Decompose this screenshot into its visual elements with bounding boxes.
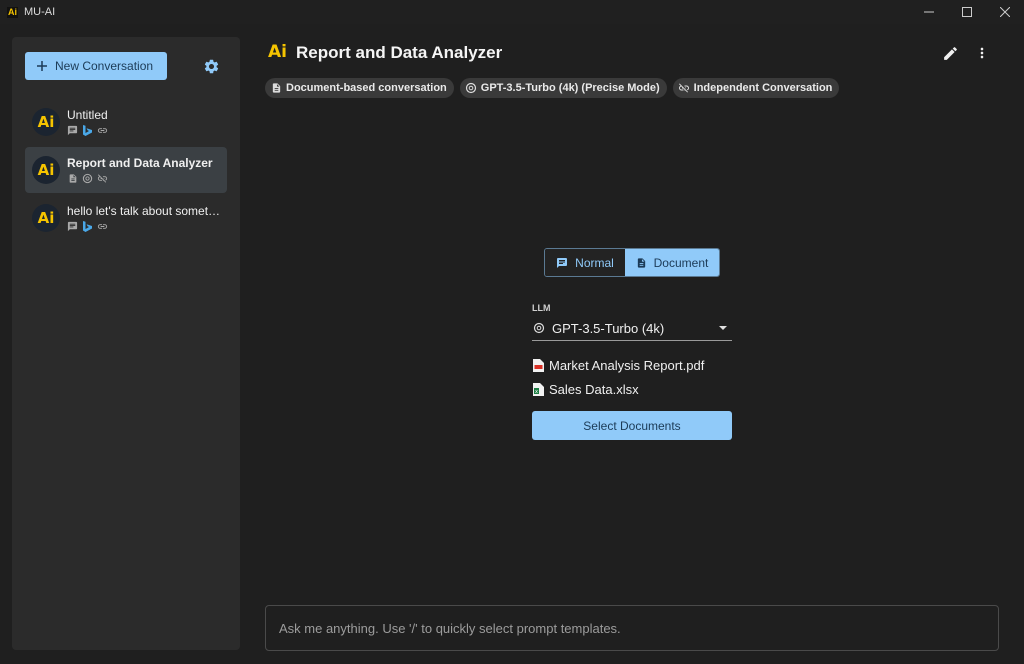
conversation-title: Untitled bbox=[67, 108, 108, 122]
page-title: Report and Data Analyzer bbox=[296, 43, 503, 62]
chip-label: Document-based conversation bbox=[286, 82, 447, 94]
conversation-item[interactable]: Ai hello let's talk about someth… bbox=[25, 195, 227, 241]
plus-icon bbox=[37, 61, 47, 71]
maximize-button[interactable] bbox=[948, 0, 986, 24]
openai-icon bbox=[465, 82, 477, 94]
pdf-file-icon bbox=[533, 359, 544, 372]
pencil-icon bbox=[943, 46, 957, 60]
more-options-button[interactable] bbox=[972, 43, 992, 63]
document-icon bbox=[270, 82, 282, 94]
chip-context-mode: Independent Conversation bbox=[672, 78, 840, 98]
sidebar: New Conversation Ai Untitled Ai Report a… bbox=[12, 37, 240, 650]
excel-file-icon: x bbox=[533, 383, 544, 396]
conversation-title: Report and Data Analyzer bbox=[67, 156, 213, 170]
link-off-icon bbox=[97, 173, 108, 184]
minimize-icon bbox=[924, 11, 934, 13]
bing-icon bbox=[82, 125, 93, 136]
avatar: Ai bbox=[32, 156, 60, 184]
llm-label: LLM bbox=[532, 303, 551, 313]
link-icon bbox=[97, 125, 108, 136]
mode-normal-button[interactable]: Normal bbox=[545, 249, 625, 276]
mode-toggle: Normal Document bbox=[544, 248, 720, 277]
chat-icon bbox=[67, 221, 78, 232]
conversation-title: hello let's talk about someth… bbox=[67, 204, 225, 218]
bing-icon bbox=[82, 221, 93, 232]
conversation-item[interactable]: Ai Untitled bbox=[25, 99, 227, 145]
file-name: Sales Data.xlsx bbox=[549, 382, 639, 397]
file-item[interactable]: x Sales Data.xlsx bbox=[533, 382, 639, 397]
avatar: Ai bbox=[32, 204, 60, 232]
close-icon bbox=[1000, 7, 1010, 17]
conversation-logo-icon: Ai bbox=[268, 42, 287, 62]
openai-icon bbox=[82, 173, 93, 184]
more-vert-icon bbox=[980, 47, 984, 59]
document-icon bbox=[637, 257, 645, 268]
openai-icon bbox=[533, 322, 545, 334]
chat-icon bbox=[67, 125, 78, 136]
settings-button[interactable] bbox=[201, 56, 221, 76]
chat-input-container bbox=[265, 605, 999, 651]
chip-conversation-type: Document-based conversation bbox=[265, 78, 454, 98]
mode-normal-label: Normal bbox=[575, 255, 614, 270]
conversation-item-active[interactable]: Ai Report and Data Analyzer bbox=[25, 147, 227, 193]
link-icon bbox=[97, 221, 108, 232]
new-conversation-button[interactable]: New Conversation bbox=[25, 52, 167, 80]
maximize-icon bbox=[962, 7, 972, 17]
new-conversation-label: New Conversation bbox=[55, 59, 154, 73]
file-name: Market Analysis Report.pdf bbox=[549, 358, 705, 373]
document-icon bbox=[67, 173, 78, 184]
chat-icon bbox=[557, 257, 568, 268]
chip-label: Independent Conversation bbox=[693, 82, 833, 94]
conversation-chips: Document-based conversation GPT-3.5-Turb… bbox=[265, 78, 840, 98]
svg-text:x: x bbox=[535, 389, 538, 395]
select-documents-button[interactable]: Select Documents bbox=[532, 411, 732, 440]
gear-icon bbox=[204, 59, 218, 73]
title-bar: Ai MU-AI bbox=[0, 0, 1024, 24]
llm-selected-value: GPT-3.5-Turbo (4k) bbox=[552, 320, 665, 336]
app-logo-icon: Ai bbox=[7, 6, 18, 18]
window-controls bbox=[910, 0, 1024, 24]
avatar: Ai bbox=[32, 108, 60, 136]
chat-input[interactable] bbox=[279, 620, 998, 636]
mode-document-label: Document bbox=[653, 255, 709, 270]
minimize-button[interactable] bbox=[910, 0, 948, 24]
edit-title-button[interactable] bbox=[940, 43, 960, 63]
close-button[interactable] bbox=[986, 0, 1024, 24]
file-item[interactable]: Market Analysis Report.pdf bbox=[533, 358, 704, 373]
dropdown-caret-icon bbox=[719, 326, 727, 330]
app-title: MU-AI bbox=[24, 6, 56, 18]
mode-document-button[interactable]: Document bbox=[625, 249, 719, 276]
link-off-icon bbox=[678, 82, 690, 94]
chip-label: GPT-3.5-Turbo (4k) (Precise Mode) bbox=[480, 82, 660, 94]
chip-model: GPT-3.5-Turbo (4k) (Precise Mode) bbox=[459, 78, 667, 98]
llm-select[interactable]: GPT-3.5-Turbo (4k) bbox=[532, 316, 732, 341]
